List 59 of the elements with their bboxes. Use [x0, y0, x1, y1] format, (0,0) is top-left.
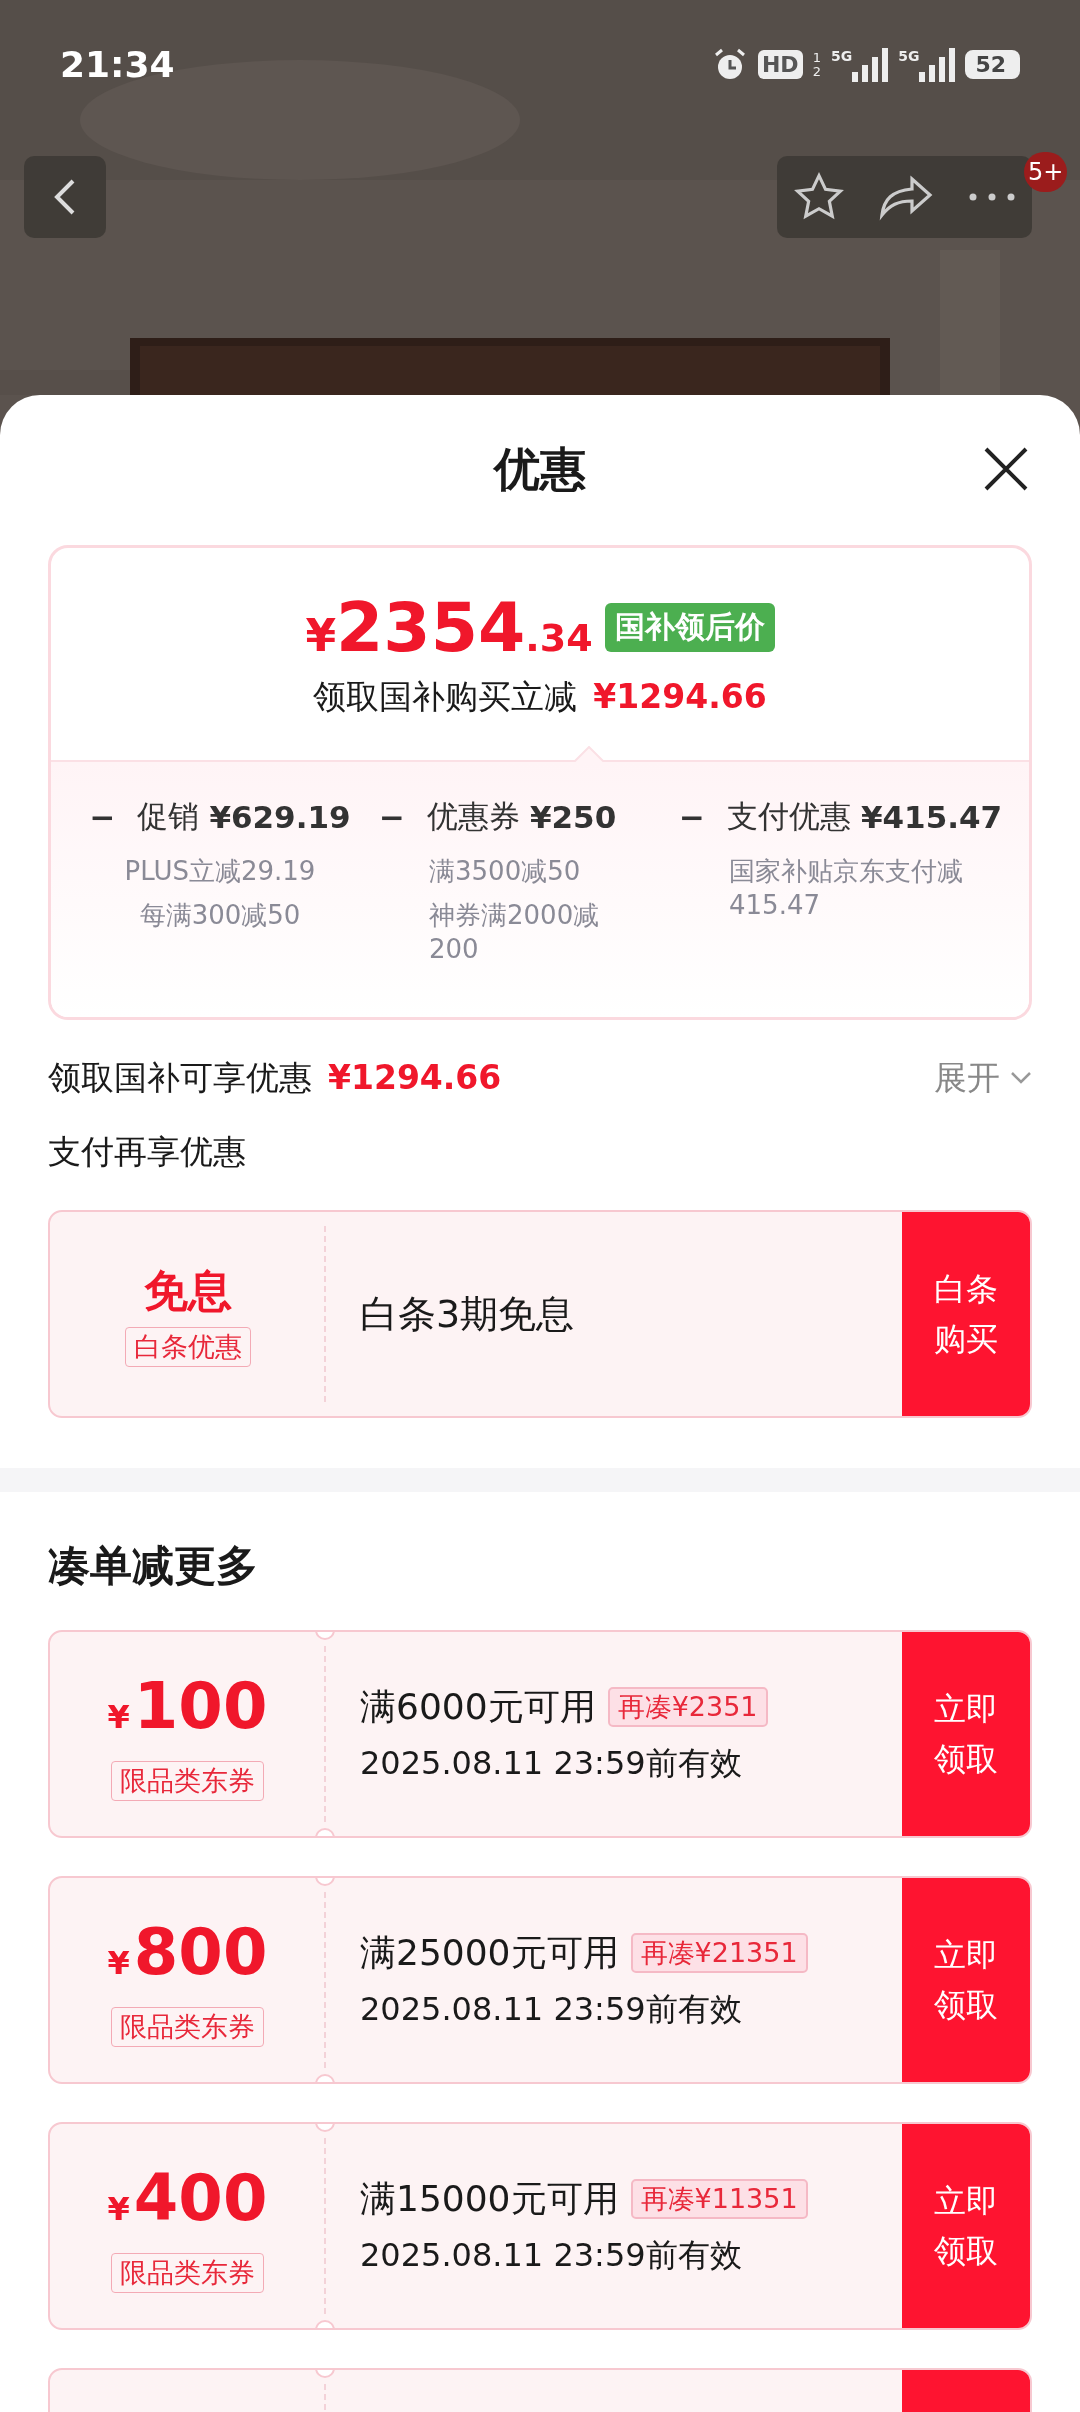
minus-sign: − [379, 799, 405, 835]
network-label: 5G [898, 47, 920, 64]
coupon-validity: 2025.08.11 23:59前有效 [360, 1988, 743, 2030]
back-button[interactable] [24, 156, 106, 238]
coupon-value: ¥100 [107, 1667, 268, 1745]
remaining-amount-tag: 再凑¥2351 [607, 1687, 768, 1727]
claim-button[interactable]: 立即领取 [902, 1632, 1030, 1836]
coupon-value: ¥400 [107, 2159, 268, 2237]
expand-toggle[interactable]: 展开 [934, 1055, 1032, 1101]
discount-detail: 神券满2000减200 [428, 899, 601, 966]
discount-label: 支付优惠 [727, 797, 851, 836]
saving-amount: ¥1294.66 [593, 677, 767, 716]
sim-slot-label: 1 [812, 50, 821, 65]
chevron-down-icon [1010, 1071, 1032, 1085]
discount-amount: ¥250 [530, 799, 617, 835]
final-price: ¥2354.34 [305, 588, 593, 667]
price-tag: 国补领后价 [604, 603, 775, 652]
coupon-tag: 限品类东券 [111, 2252, 264, 2293]
sim-slot-label: 2 [812, 64, 821, 79]
discount-detail: 国家补贴京东支付减415.47 [728, 855, 964, 922]
baitiao-buy-button[interactable]: 白条购买 [902, 1212, 1030, 1416]
discount-detail: PLUS立减29.19 [124, 855, 316, 888]
discount-total-amount: ¥1294.66 [328, 1057, 502, 1097]
coupon-value: ¥800 [107, 1913, 268, 1991]
discount-label: 优惠券 [427, 797, 520, 836]
offer-description: 白条3期免息 [360, 1290, 576, 1338]
saving-label: 领取国补购买立减 [313, 676, 578, 718]
coupon-validity: 2025.08.11 23:59前有效 [360, 1742, 743, 1784]
signal-icon [919, 47, 956, 82]
remaining-amount-tag: 再凑¥11351 [630, 2179, 808, 2219]
signal-icon [852, 47, 889, 82]
claim-button[interactable]: 立即领取 [902, 2124, 1030, 2328]
network-label: 5G [830, 47, 853, 64]
discount-detail: 满3500减50 [428, 855, 582, 888]
section-title: 凑单减更多 [47, 1540, 259, 1592]
remaining-amount-tag: 再凑¥21351 [630, 1933, 808, 1973]
coupon-condition: 满15000元可用 [360, 2176, 619, 2221]
coupon-validity: 2025.08.11 23:59前有效 [360, 2234, 743, 2276]
discount-detail: 每满300减50 [139, 899, 301, 932]
close-icon[interactable] [982, 445, 1030, 493]
discount-total-label: 领取国补可享优惠 [48, 1056, 312, 1099]
minus-sign: − [89, 799, 116, 835]
coupon-tag: 限品类东券 [111, 2006, 264, 2047]
offer-tag: 白条优惠 [124, 1326, 251, 1367]
discount-amount: ¥415.47 [861, 799, 1003, 835]
minus-sign: − [679, 799, 705, 835]
section-title: 支付再享优惠 [48, 1130, 246, 1173]
discount-label: 促销 [137, 797, 200, 836]
coupon-tag: 限品类东券 [111, 1760, 264, 1801]
coupon-condition: 满25000元可用 [360, 1930, 619, 1975]
back-icon [53, 177, 77, 217]
offer-title: 免息 [143, 1263, 232, 1318]
battery-indicator: 52 [965, 50, 1020, 79]
sheet-title: 优惠 [494, 441, 586, 498]
coupon-condition: 满6000元可用 [360, 1684, 596, 1729]
discount-amount: ¥629.19 [209, 799, 351, 835]
hd-indicator: HD [757, 50, 803, 79]
claim-button[interactable]: 立即领取 [902, 1878, 1030, 2082]
status-time: 21:34 [60, 44, 175, 85]
